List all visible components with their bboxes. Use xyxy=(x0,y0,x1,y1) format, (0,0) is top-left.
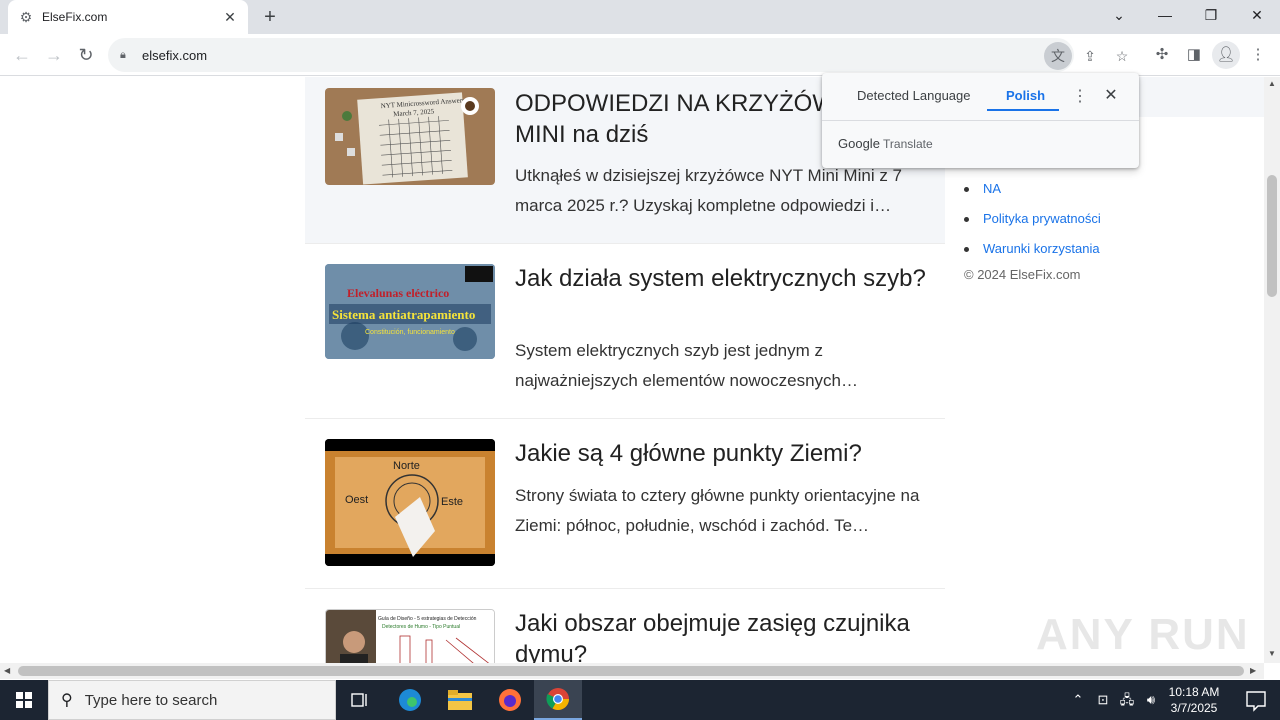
svg-text:Este: Este xyxy=(441,496,463,508)
lock-icon[interactable]: 🔒︎ xyxy=(120,49,134,62)
new-tab-button[interactable]: + xyxy=(258,5,282,29)
folder-icon xyxy=(448,690,472,710)
search-icon: ⚲ xyxy=(61,692,73,709)
translate-popup: Detected Language Polish ⋮ ✕ Google Tran… xyxy=(822,73,1139,168)
anyrun-watermark: ANY RUN xyxy=(1036,610,1250,659)
tab-detected-language[interactable]: Detected Language xyxy=(857,88,970,103)
compass-image: Norte Oest Este xyxy=(325,439,495,566)
article-thumbnail[interactable]: Norte Oest Este xyxy=(325,439,495,566)
article-card[interactable]: Guía de Diseño - 5 estrategias de Detecc… xyxy=(305,589,945,663)
device-icon[interactable]: ⊡ xyxy=(1092,680,1114,720)
chrome-app-button[interactable] xyxy=(534,680,582,720)
vertical-scrollbar[interactable]: ▲ ▼ xyxy=(1264,77,1280,663)
translate-label: Translate xyxy=(883,137,933,151)
article-title[interactable]: Jak działa system elektrycznych szyb? xyxy=(515,263,935,294)
copyright-text: © 2024 ElseFix.com xyxy=(964,267,1081,282)
article-description: System elektrycznych szyb jest jednym z … xyxy=(515,341,858,390)
article-card[interactable]: Elevalunas eléctrico Sistema antiatrapam… xyxy=(305,244,945,419)
task-view-button[interactable] xyxy=(336,680,384,720)
start-button[interactable] xyxy=(0,680,48,720)
article-description: Utknąłeś w dzisiejszej krzyżówce NYT Min… xyxy=(515,166,903,215)
scroll-down-arrow-icon[interactable]: ▼ xyxy=(1264,649,1280,658)
tab-strip: ⚙ ElseFix.com ✕ + ⌄ — ❐ ✕ xyxy=(0,0,1280,34)
file-explorer-button[interactable] xyxy=(436,680,484,720)
reload-button[interactable]: ↻ xyxy=(72,41,100,69)
share-icon[interactable]: ⇪ xyxy=(1076,42,1104,70)
windows-logo-icon xyxy=(16,692,32,708)
bookmark-star-icon[interactable]: ☆ xyxy=(1108,42,1136,70)
svg-text:Guía de Diseño - 5 estrategias: Guía de Diseño - 5 estrategias de Detecc… xyxy=(378,616,477,622)
article-title[interactable]: Jaki obszar obejmuje zasięg czujnika dym… xyxy=(515,608,935,663)
firefox-icon xyxy=(499,689,521,711)
clock-time: 10:18 AM xyxy=(1168,685,1220,699)
google-logo-text: Google xyxy=(838,136,880,151)
windows-taskbar: ⚲ Type here to search ⌃ ⊡ 🖧︎ 🔊︎ 10:18 AM… xyxy=(0,680,1280,720)
svg-text:Norte: Norte xyxy=(393,460,420,472)
smoke-detector-image: Guía de Diseño - 5 estrategias de Detecc… xyxy=(326,610,494,663)
footer-link-terms[interactable]: Warunki korzystania xyxy=(964,234,1101,264)
taskbar-search[interactable]: ⚲ Type here to search xyxy=(48,680,336,720)
google-translate-brand: Google Translate xyxy=(838,136,933,151)
active-tab-indicator xyxy=(987,109,1059,111)
horizontal-scroll-thumb[interactable] xyxy=(18,666,1244,676)
task-view-icon xyxy=(351,693,367,707)
browser-toolbar: ← → ↻ 🔒︎ elsefix.com 文 ⇪ ☆ ✣ ◨ 👤︎ ⋮ xyxy=(0,34,1280,76)
article-description: Strony świata to cztery główne punkty or… xyxy=(515,486,920,535)
scroll-left-arrow-icon[interactable]: ◀ xyxy=(4,663,10,679)
tab-polish[interactable]: Polish xyxy=(1006,88,1045,103)
tab-title: ElseFix.com xyxy=(42,10,108,24)
close-translate-icon[interactable]: ✕ xyxy=(1102,85,1120,105)
translate-options-icon[interactable]: ⋮ xyxy=(1072,86,1088,106)
power-window-image: Elevalunas eléctrico Sistema antiatrapam… xyxy=(325,264,495,359)
gear-favicon-icon: ⚙ xyxy=(19,9,33,25)
crossword-image: NYT Minicrossword Answers March 7, 2025 xyxy=(325,88,495,185)
notification-icon xyxy=(1246,691,1266,712)
svg-text:Elevalunas eléctrico: Elevalunas eléctrico xyxy=(347,286,449,300)
vertical-scroll-thumb[interactable] xyxy=(1267,175,1277,297)
address-bar[interactable]: 🔒︎ elsefix.com 文 ⇪ ☆ xyxy=(108,38,1128,72)
network-icon[interactable]: 🖧︎ xyxy=(1116,680,1138,720)
search-placeholder: Type here to search xyxy=(84,691,218,709)
svg-text:Sistema antiatrapamiento: Sistema antiatrapamiento xyxy=(332,307,475,322)
article-thumbnail[interactable]: Elevalunas eléctrico Sistema antiatrapam… xyxy=(325,264,495,359)
chrome-icon xyxy=(546,688,569,710)
clock-date: 3/7/2025 xyxy=(1170,701,1218,715)
article-title[interactable]: Jakie są 4 główne punkty Ziemi? xyxy=(515,438,935,469)
scroll-up-arrow-icon[interactable]: ▲ xyxy=(1264,79,1280,88)
browser-tab[interactable]: ⚙ ElseFix.com ✕ xyxy=(8,0,248,34)
scroll-right-arrow-icon[interactable]: ▶ xyxy=(1250,663,1256,679)
svg-text:Constitución, funcionamiento: Constitución, funcionamiento xyxy=(365,329,455,336)
article-thumbnail[interactable]: Guía de Diseño - 5 estrategias de Detecc… xyxy=(325,609,495,663)
minimize-button[interactable]: — xyxy=(1142,0,1188,30)
show-hidden-icons-chevron-icon[interactable]: ⌃ xyxy=(1068,680,1088,720)
url-text: elsefix.com xyxy=(142,47,208,63)
forward-button[interactable]: → xyxy=(40,41,68,69)
svg-text:Detectores de Humo - Tipo Punt: Detectores de Humo - Tipo Puntual xyxy=(382,624,460,630)
svg-text:Oest: Oest xyxy=(345,494,368,506)
horizontal-scrollbar[interactable]: ◀ ▶ xyxy=(0,663,1264,679)
volume-icon[interactable]: 🔊︎ xyxy=(1140,680,1162,720)
translate-tabs: Detected Language Polish ⋮ ✕ xyxy=(822,73,1139,121)
edge-app-button[interactable] xyxy=(386,680,434,720)
side-panel-icon[interactable]: ◨ xyxy=(1180,41,1208,69)
restore-button[interactable]: ❐ xyxy=(1188,0,1234,30)
footer-link-privacy[interactable]: Polityka prywatności xyxy=(964,204,1101,234)
taskbar-clock[interactable]: 10:18 AM 3/7/2025 xyxy=(1160,684,1228,716)
back-button[interactable]: ← xyxy=(8,41,36,69)
footer-link-na[interactable]: NA xyxy=(964,174,1101,204)
article-thumbnail[interactable]: NYT Minicrossword Answers March 7, 2025 xyxy=(325,88,495,185)
profile-avatar-icon[interactable]: 👤︎ xyxy=(1212,41,1240,69)
extensions-puzzle-icon[interactable]: ✣ xyxy=(1148,41,1176,69)
firefox-app-button[interactable] xyxy=(486,680,534,720)
edge-icon xyxy=(399,689,421,711)
footer-links: NA Polityka prywatności Warunki korzysta… xyxy=(964,174,1101,264)
tab-search-chevron-icon[interactable]: ⌄ xyxy=(1096,0,1142,30)
close-tab-icon[interactable]: ✕ xyxy=(222,9,238,25)
article-card[interactable]: Norte Oest Este Jakie są 4 główne punkty… xyxy=(305,419,945,589)
close-window-button[interactable]: ✕ xyxy=(1234,0,1280,30)
menu-kebab-icon[interactable]: ⋮ xyxy=(1244,41,1272,69)
translate-icon[interactable]: 文 xyxy=(1044,42,1072,70)
notification-center-button[interactable] xyxy=(1232,680,1280,720)
